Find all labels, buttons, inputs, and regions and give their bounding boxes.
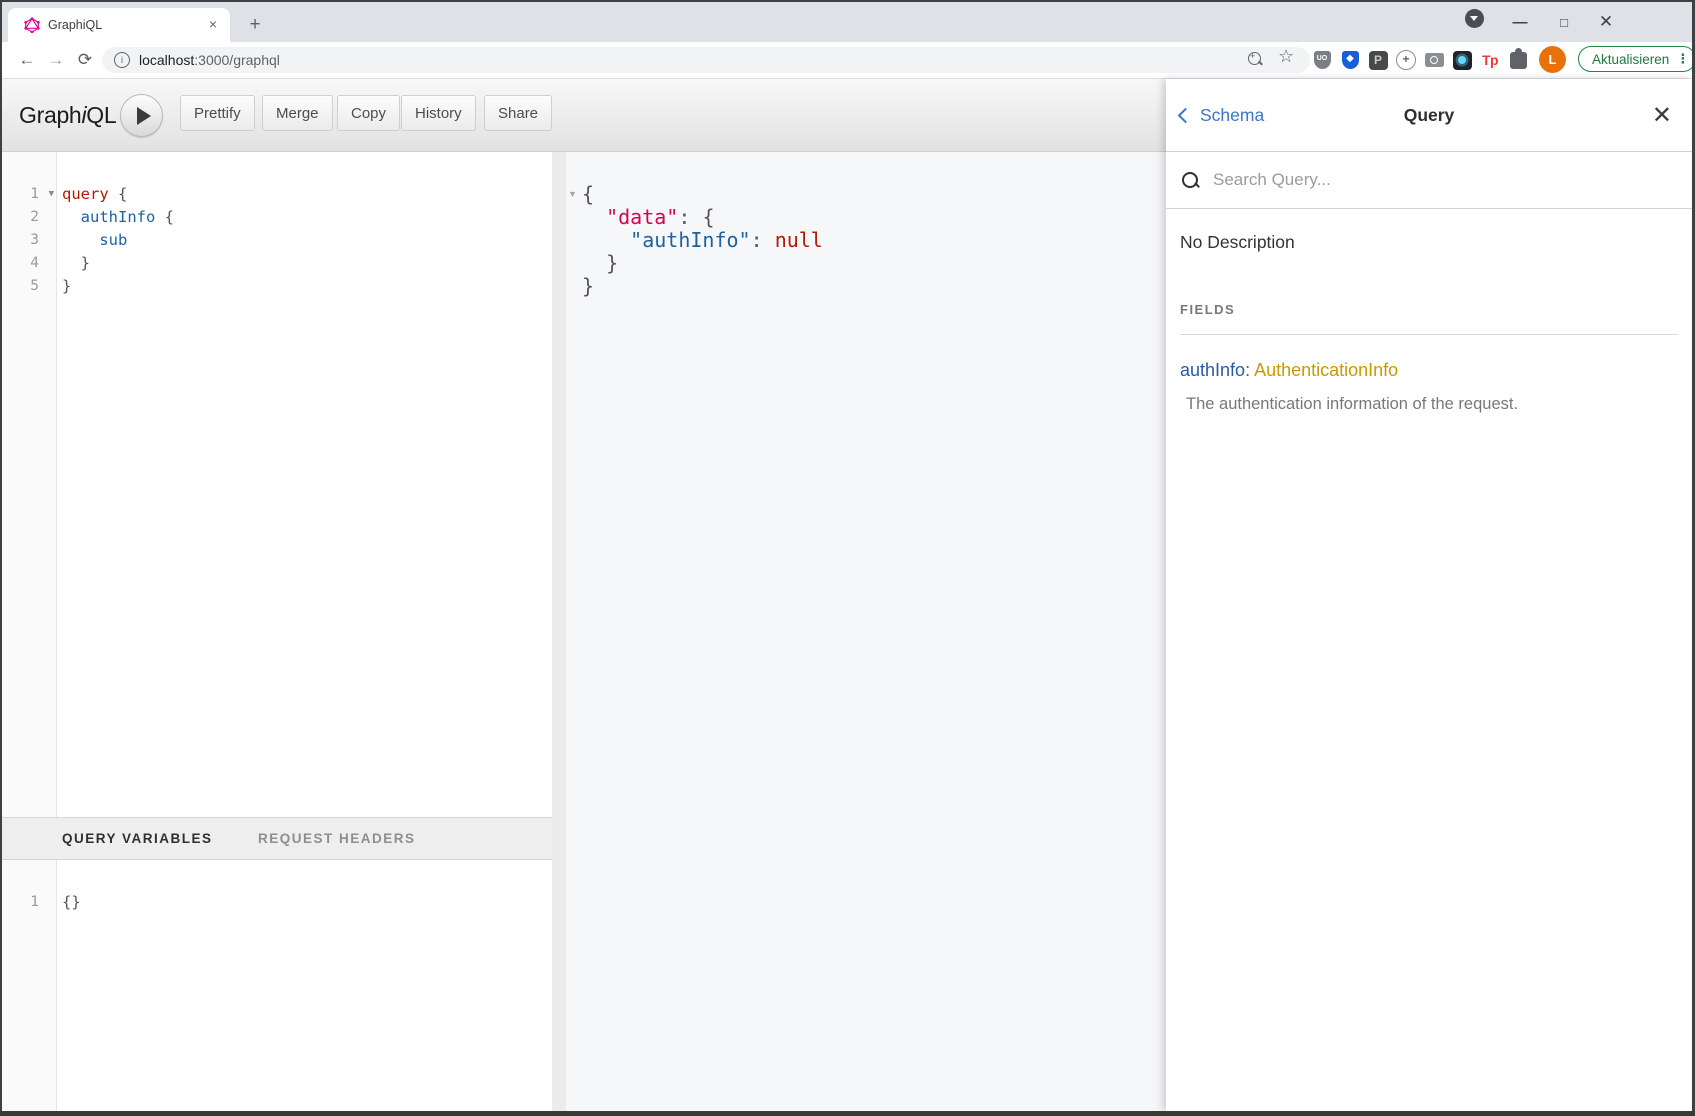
doc-explorer-body: No Description FIELDS authInfo: Authenti…	[1166, 209, 1692, 1111]
code-line: }	[62, 252, 552, 275]
variables-editor[interactable]: 1 {}	[2, 860, 552, 1111]
url-host: localhost	[139, 52, 194, 68]
tab-close-icon[interactable]: ×	[204, 16, 222, 34]
result-line: "authInfo": null	[582, 229, 1166, 252]
extensions-puzzle-icon[interactable]	[1506, 48, 1530, 72]
doc-explorer: Schema Query ✕ No Description FIELDS aut…	[1166, 79, 1692, 1111]
browser-tab[interactable]: GraphiQL ×	[8, 8, 230, 42]
extension-tp-icon[interactable]: Tp	[1478, 48, 1502, 72]
browser-window: GraphiQL × + — □ ✕ ← → ⟳ i localhost:300…	[2, 2, 1692, 1111]
new-tab-button[interactable]: +	[242, 12, 268, 38]
prettify-button[interactable]: Prettify	[180, 95, 255, 131]
field-type-link[interactable]: AuthenticationInfo	[1254, 360, 1398, 380]
copy-button[interactable]: Copy	[337, 95, 400, 131]
field-description: The authentication information of the re…	[1180, 395, 1678, 414]
extension-resizer-icon[interactable]: +	[1394, 48, 1418, 72]
update-label: Aktualisieren	[1592, 52, 1669, 67]
taskbar-edge	[0, 1111, 1695, 1116]
result-line: "data": {	[582, 206, 1166, 229]
extension-bitwarden-icon[interactable]: ◆	[1338, 48, 1362, 72]
extension-screenshot-icon[interactable]	[1422, 48, 1446, 72]
back-button[interactable]: ←	[16, 49, 38, 71]
page-info-icon[interactable]: i	[114, 52, 130, 68]
result-viewer: { "data": { "authInfo": null } }	[566, 152, 1166, 1111]
reload-button[interactable]: ⟳	[74, 49, 96, 71]
chevron-down-icon	[1470, 16, 1478, 21]
extension-p-icon[interactable]: P	[1366, 48, 1390, 72]
code-line: }	[62, 275, 552, 298]
tab-title: GraphiQL	[48, 18, 204, 32]
code-line: query {	[62, 183, 552, 206]
graphiql-main: GraphiQL Prettify Merge Copy History Sha…	[2, 79, 1166, 1111]
graphiql-app: GraphiQL Prettify Merge Copy History Sha…	[2, 79, 1692, 1111]
result-line: }	[582, 275, 1166, 298]
field-name-link[interactable]: authInfo	[1180, 360, 1245, 380]
url-path: :3000/graphql	[194, 52, 280, 68]
profile-avatar[interactable]: L	[1539, 46, 1566, 73]
share-button[interactable]: Share	[484, 95, 552, 131]
menu-dots-icon[interactable]: ⋮	[1676, 55, 1689, 63]
doc-title: Query	[1166, 79, 1692, 151]
tab-request-headers[interactable]: REQUEST HEADERS	[258, 818, 416, 859]
graphiql-logo: GraphiQL	[19, 79, 116, 151]
result-pane: ▼ { "data": { "authInfo": null } }	[566, 152, 1166, 1111]
history-button[interactable]: History	[401, 95, 476, 131]
doc-search-row	[1166, 152, 1692, 209]
tab-query-variables[interactable]: QUERY VARIABLES	[62, 818, 213, 859]
forward-button[interactable]: →	[45, 49, 67, 71]
browser-update-button[interactable]: Aktualisieren ⋮	[1578, 46, 1692, 72]
zoom-icon[interactable]	[1248, 52, 1261, 65]
code-line: {}	[62, 891, 552, 914]
graphql-favicon	[24, 17, 40, 33]
window-close-button[interactable]: ✕	[1584, 2, 1628, 42]
field-entry: authInfo: AuthenticationInfo	[1180, 360, 1678, 381]
fields-heading: FIELDS	[1180, 302, 1678, 317]
query-pane: 1▼ 2 3 4 5 query { authInfo { sub } }	[2, 152, 552, 1111]
result-line: {	[582, 183, 1166, 206]
window-minimize-button[interactable]: —	[1498, 2, 1542, 42]
secondary-editor-tabs: QUERY VARIABLES REQUEST HEADERS	[2, 817, 552, 860]
play-icon	[137, 107, 151, 125]
window-maximize-button[interactable]: □	[1542, 2, 1586, 42]
browser-navbar: ← → ⟳ i localhost:3000/graphql ☆ UO ◆ P …	[2, 42, 1692, 79]
search-icon	[1182, 172, 1198, 188]
fields-divider	[1180, 334, 1678, 335]
merge-button[interactable]: Merge	[262, 95, 333, 131]
address-bar[interactable]: i localhost:3000/graphql	[102, 47, 1310, 73]
extension-ublock-icon[interactable]: UO	[1310, 48, 1334, 72]
result-line: }	[582, 252, 1166, 275]
query-code[interactable]: query { authInfo { sub } }	[2, 152, 552, 817]
variables-code[interactable]: {}	[2, 860, 552, 1111]
code-line: sub	[62, 229, 552, 252]
extension-react-devtools-icon[interactable]	[1450, 48, 1474, 72]
code-line: authInfo {	[62, 206, 552, 229]
doc-close-icon[interactable]: ✕	[1652, 79, 1672, 151]
editor-area: 1▼ 2 3 4 5 query { authInfo { sub } }	[2, 152, 1166, 1111]
bookmark-star-icon[interactable]: ☆	[1278, 46, 1294, 67]
execute-query-button[interactable]	[120, 94, 163, 137]
field-separator: :	[1245, 360, 1254, 380]
type-description: No Description	[1180, 232, 1678, 253]
doc-explorer-header: Schema Query ✕	[1166, 79, 1692, 152]
pane-resize-handle[interactable]	[552, 152, 566, 1111]
tab-search-button[interactable]	[1465, 9, 1484, 28]
browser-titlebar: GraphiQL × + — □ ✕	[2, 2, 1692, 42]
query-editor[interactable]: 1▼ 2 3 4 5 query { authInfo { sub } }	[2, 152, 552, 817]
doc-search-input[interactable]	[1211, 169, 1615, 191]
url-text: localhost:3000/graphql	[139, 52, 280, 68]
graphiql-toolbar: GraphiQL Prettify Merge Copy History Sha…	[2, 79, 1166, 152]
